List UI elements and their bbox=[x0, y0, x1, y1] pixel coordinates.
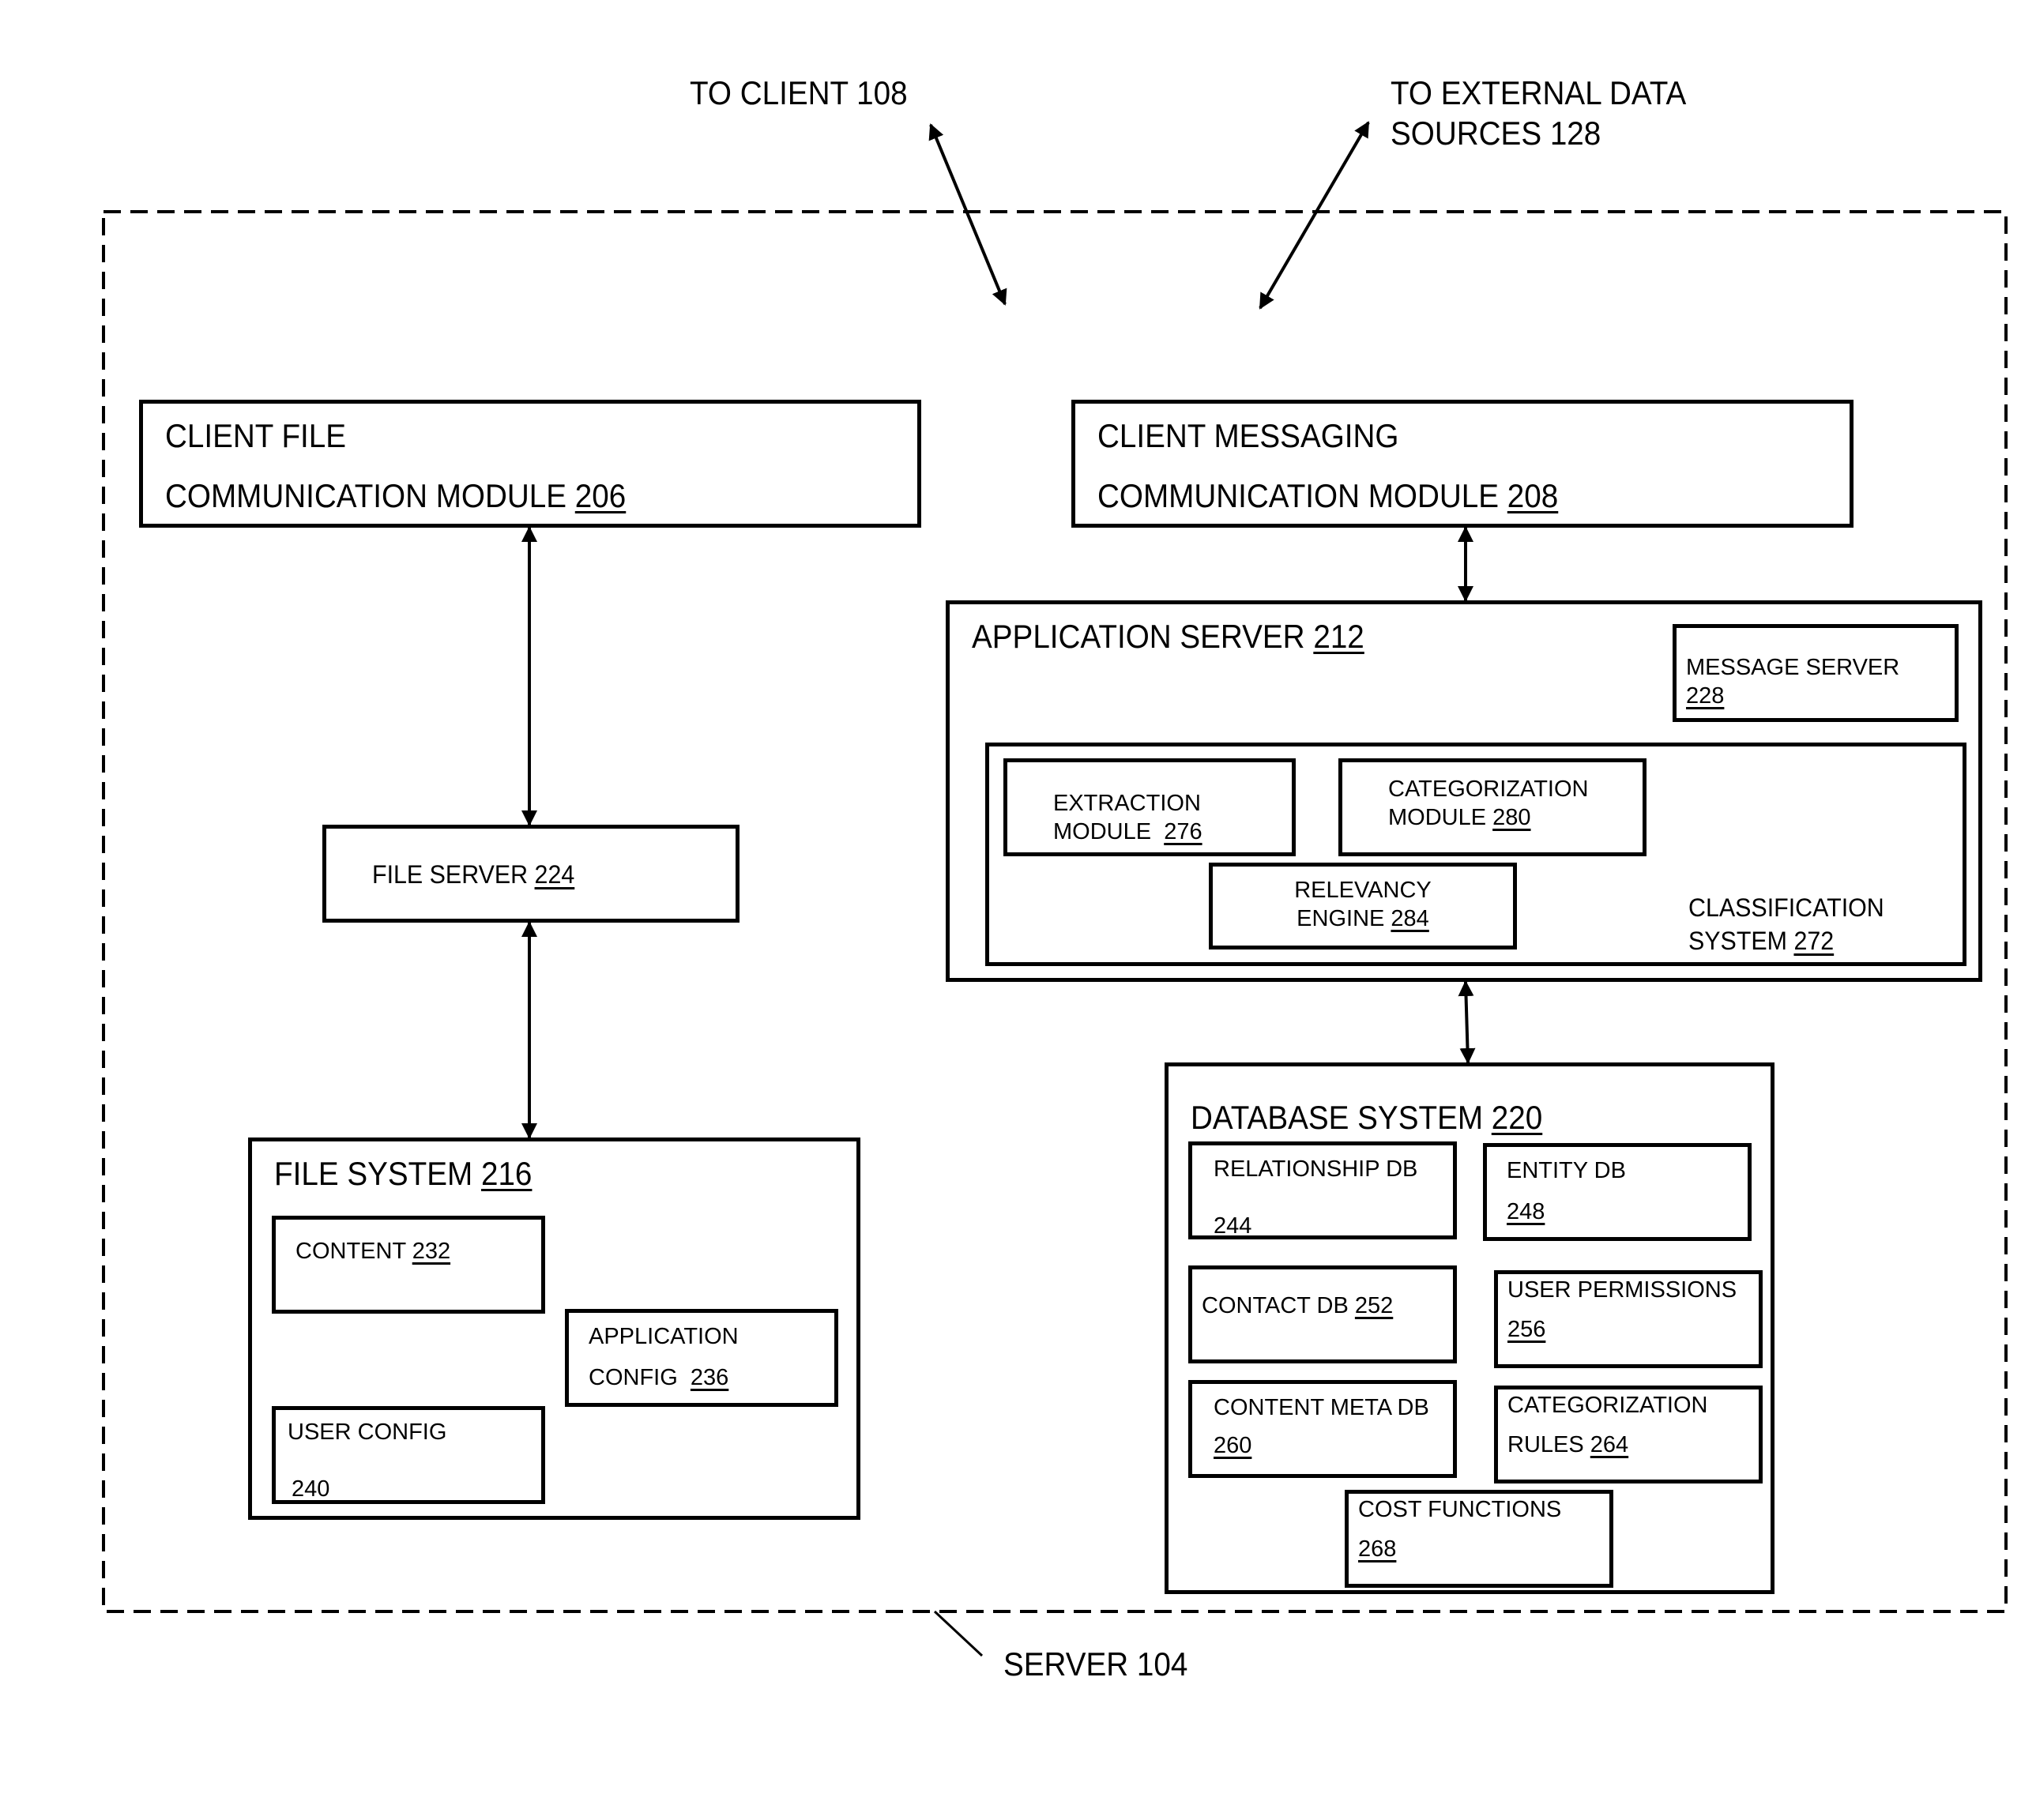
message-server-label: MESSAGE SERVER bbox=[1686, 655, 1900, 680]
client-file-module-line2: COMMUNICATION MODULE 206 bbox=[165, 477, 627, 514]
classification-system[interactable]: CLASSIFICATION SYSTEM 272 EXTRACTION MOD… bbox=[985, 743, 1966, 966]
content-meta-db-ref: 260 bbox=[1214, 1433, 1252, 1458]
message-server[interactable]: MESSAGE SERVER 228 bbox=[1673, 624, 1959, 722]
relevancy-engine-line1: RELEVANCY bbox=[1294, 878, 1432, 903]
ref-number: 272 bbox=[1793, 927, 1835, 955]
application-server[interactable]: APPLICATION SERVER 212 MESSAGE SERVER 22… bbox=[946, 600, 1982, 982]
user-config[interactable]: USER CONFIG 240 bbox=[272, 1406, 545, 1504]
extraction-module[interactable]: EXTRACTION MODULE 276 bbox=[1003, 758, 1296, 856]
to-client-label: TO CLIENT 108 bbox=[690, 74, 908, 111]
categorization-module-line2: MODULE 280 bbox=[1388, 805, 1531, 830]
ref-number: 284 bbox=[1391, 906, 1429, 931]
ref-number: 252 bbox=[1354, 1293, 1394, 1318]
application-server-label: APPLICATION SERVER 212 bbox=[972, 618, 1364, 655]
categorization-rules[interactable]: CATEGORIZATION RULES 264 bbox=[1494, 1386, 1763, 1483]
categorization-module-line1: CATEGORIZATION bbox=[1388, 777, 1589, 802]
relevancy-engine[interactable]: RELEVANCY ENGINE 284 bbox=[1209, 863, 1517, 949]
file-system[interactable]: FILE SYSTEM 216 CONTENT 232 APPLICATION … bbox=[248, 1138, 860, 1520]
content-meta-db-label: CONTENT META DB bbox=[1214, 1395, 1429, 1420]
user-permissions[interactable]: USER PERMISSIONS 256 bbox=[1494, 1270, 1763, 1368]
categorization-rules-line2: RULES 264 bbox=[1507, 1432, 1629, 1457]
server-label: SERVER 104 bbox=[1003, 1645, 1188, 1683]
user-config-label: USER CONFIG bbox=[288, 1420, 447, 1445]
ref-number: 236 bbox=[690, 1365, 729, 1390]
classification-system-line1: CLASSIFICATION bbox=[1688, 893, 1884, 922]
user-permissions-ref: 256 bbox=[1507, 1317, 1546, 1342]
user-permissions-label: USER PERMISSIONS bbox=[1507, 1277, 1737, 1303]
ref-number: 220 bbox=[1491, 1099, 1543, 1136]
file-server[interactable]: FILE SERVER 224 bbox=[322, 825, 740, 923]
extraction-module-line1: EXTRACTION bbox=[1053, 791, 1201, 816]
relationship-db-label: RELATIONSHIP DB bbox=[1214, 1156, 1418, 1182]
application-config[interactable]: APPLICATION CONFIG 236 bbox=[565, 1309, 838, 1407]
application-config-line1: APPLICATION bbox=[589, 1324, 739, 1349]
file-system-label: FILE SYSTEM 216 bbox=[274, 1155, 533, 1192]
client-messaging-module-line2: COMMUNICATION MODULE 208 bbox=[1097, 477, 1559, 514]
relevancy-engine-line2: ENGINE 284 bbox=[1297, 906, 1429, 931]
arrow-to-client bbox=[928, 123, 1007, 306]
application-config-line2: CONFIG 236 bbox=[589, 1365, 729, 1390]
contact-db[interactable]: CONTACT DB 252 bbox=[1188, 1265, 1457, 1363]
categorization-module[interactable]: CATEGORIZATION MODULE 280 bbox=[1338, 758, 1647, 856]
categorization-rules-line1: CATEGORIZATION bbox=[1507, 1393, 1708, 1418]
contact-db-label: CONTACT DB 252 bbox=[1202, 1293, 1394, 1318]
client-file-communication-module[interactable]: CLIENT FILE COMMUNICATION MODULE 206 bbox=[139, 400, 921, 528]
file-server-label: FILE SERVER 224 bbox=[372, 860, 575, 889]
to-external-label-line1: TO EXTERNAL DATA bbox=[1391, 74, 1687, 111]
arrow-app-server-to-database bbox=[1458, 980, 1476, 1064]
entity-db-label: ENTITY DB bbox=[1507, 1158, 1626, 1183]
ref-number: 264 bbox=[1590, 1432, 1629, 1457]
database-system-label: DATABASE SYSTEM 220 bbox=[1191, 1099, 1543, 1136]
extraction-module-line2: MODULE 276 bbox=[1053, 819, 1202, 844]
content-label: CONTENT 232 bbox=[295, 1239, 451, 1264]
ref-number: 212 bbox=[1313, 618, 1364, 655]
content-meta-db[interactable]: CONTENT META DB 260 bbox=[1188, 1380, 1457, 1478]
server-leader-line bbox=[933, 1610, 984, 1657]
entity-db-ref: 248 bbox=[1507, 1199, 1545, 1224]
ref-number: 208 bbox=[1507, 477, 1559, 514]
ref-number: 276 bbox=[1164, 819, 1202, 844]
ref-number: 224 bbox=[534, 860, 575, 889]
entity-db[interactable]: ENTITY DB 248 bbox=[1483, 1143, 1752, 1241]
database-system[interactable]: DATABASE SYSTEM 220 RELATIONSHIP DB 244 … bbox=[1165, 1062, 1774, 1594]
client-file-module-line1: CLIENT FILE bbox=[165, 417, 347, 454]
cost-functions-ref: 268 bbox=[1358, 1536, 1397, 1562]
client-messaging-communication-module[interactable]: CLIENT MESSAGING COMMUNICATION MODULE 20… bbox=[1071, 400, 1854, 528]
to-external-label-line2: SOURCES 128 bbox=[1391, 115, 1601, 152]
cost-functions-label: COST FUNCTIONS bbox=[1358, 1497, 1562, 1522]
relationship-db[interactable]: RELATIONSHIP DB 244 bbox=[1188, 1141, 1457, 1239]
cost-functions[interactable]: COST FUNCTIONS 268 bbox=[1345, 1490, 1613, 1588]
ref-number: 280 bbox=[1492, 805, 1531, 830]
arrow-to-external-sources bbox=[1259, 121, 1370, 310]
client-messaging-module-line1: CLIENT MESSAGING bbox=[1097, 417, 1399, 454]
ref-number: 206 bbox=[574, 477, 627, 514]
relationship-db-ref: 244 bbox=[1214, 1213, 1252, 1239]
classification-system-line2: SYSTEM 272 bbox=[1688, 927, 1835, 955]
ref-number: 232 bbox=[412, 1239, 451, 1264]
ref-number: 216 bbox=[480, 1155, 533, 1192]
user-config-ref: 240 bbox=[292, 1476, 330, 1502]
message-server-ref: 228 bbox=[1686, 683, 1725, 709]
content-store[interactable]: CONTENT 232 bbox=[272, 1216, 545, 1314]
